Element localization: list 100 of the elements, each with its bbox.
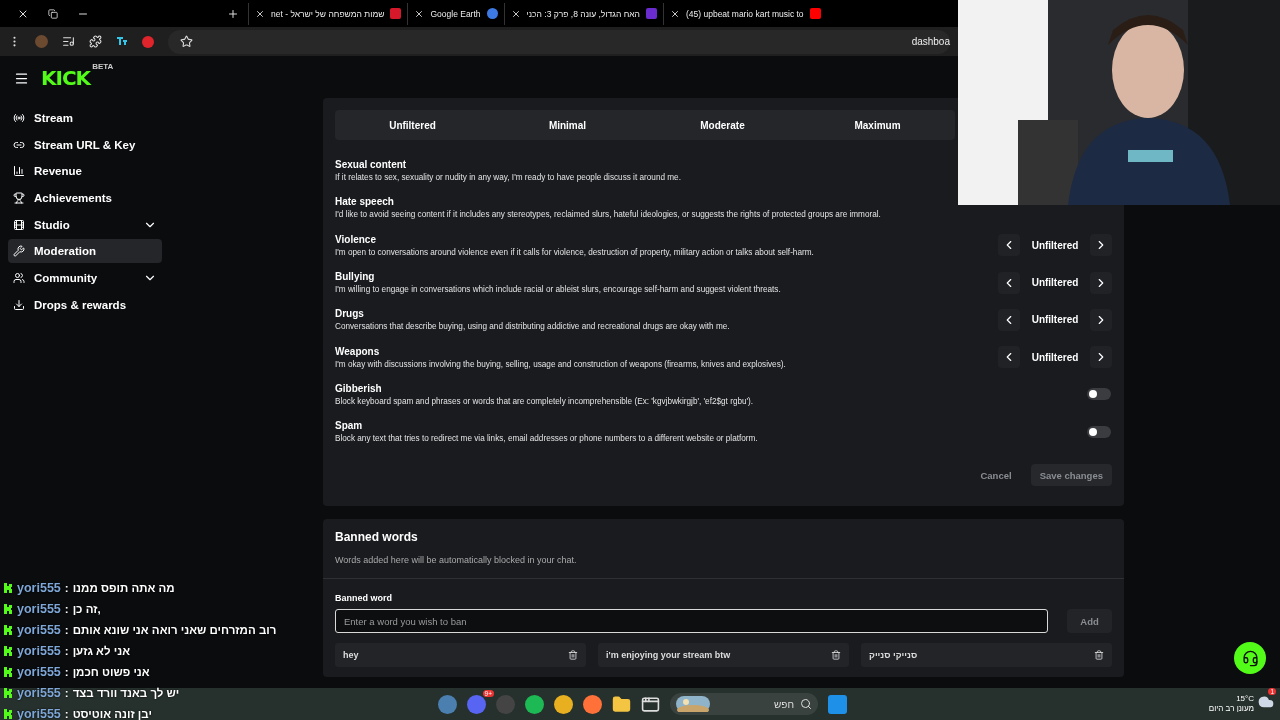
trash-icon[interactable]	[831, 650, 841, 661]
weather-text: מעונן רב היום	[1208, 704, 1254, 714]
category-description: Block keyboard spam and phrases or words that are completely incomprehensible (Ex: 'kgvjbwkirgjb', 'ef2$gt rgbu').	[335, 396, 755, 406]
cloud-icon[interactable]	[1258, 694, 1274, 710]
chat-separator: :	[64, 602, 69, 615]
music-app-icon[interactable]	[525, 694, 544, 714]
headset-icon	[1241, 649, 1259, 667]
next-button[interactable]	[1090, 346, 1112, 369]
level-option[interactable]: Maximum	[800, 110, 955, 140]
chat-separator: :	[64, 623, 69, 636]
chat-separator: :	[64, 665, 69, 678]
kick-icon	[4, 687, 13, 698]
nav-icon	[13, 165, 25, 178]
toggle-switch[interactable]	[1087, 425, 1111, 438]
category-description: I'm open to conversations around violence even if it calls for violence, destruction of property, military action or talks about self-harm.	[335, 247, 815, 257]
kick-icon	[4, 624, 13, 635]
previous-button[interactable]	[998, 271, 1020, 294]
nav-item[interactable]: Stream URL & Key	[8, 132, 162, 157]
level-value: Unfiltered	[1030, 239, 1080, 251]
chat-username: yori555	[17, 622, 61, 637]
folder-icon[interactable]	[612, 694, 631, 714]
stop-icon[interactable]	[142, 35, 154, 48]
address-text[interactable]: dashboa	[911, 36, 950, 47]
nav-item[interactable]: Revenue	[8, 159, 162, 184]
temperature: 15°C	[1236, 694, 1254, 704]
close-icon[interactable]	[255, 8, 265, 19]
nav-icon	[13, 218, 25, 231]
window-icon[interactable]	[641, 694, 660, 714]
support-button[interactable]	[1234, 642, 1266, 674]
chat-message: רוב המזרחים שאני רואה אני שונא אותם	[72, 623, 277, 636]
chat-username: yori555	[17, 685, 61, 700]
nav-item[interactable]: Community	[8, 266, 162, 291]
kick-icon	[4, 582, 13, 593]
level-value: Unfiltered	[1030, 314, 1080, 326]
nav-icon	[13, 272, 25, 285]
firefox-icon[interactable]	[583, 694, 602, 714]
chat-separator: :	[64, 581, 69, 594]
next-button[interactable]	[1090, 308, 1112, 331]
category-title: Bullying	[335, 271, 376, 283]
category-title: Hate speech	[335, 196, 395, 208]
previous-button[interactable]	[998, 346, 1020, 369]
nav-icon	[13, 192, 25, 205]
steam-icon[interactable]	[438, 694, 457, 714]
browser-tab[interactable]: (45) upbeat mario kart music to	[662, 2, 827, 25]
chat-username: yori555	[17, 601, 61, 616]
chat-message: ,זה כן	[72, 602, 101, 615]
chat-username: yori555	[17, 664, 61, 679]
level-value: Unfiltered	[1030, 351, 1080, 363]
next-button[interactable]	[1090, 234, 1112, 257]
nav-item[interactable]: Moderation	[8, 239, 162, 264]
previous-button[interactable]	[998, 234, 1020, 257]
favicon-icon	[390, 8, 402, 19]
chat-message: יש לך באנד וורד בצד	[72, 686, 180, 699]
nav-icon	[13, 245, 25, 258]
browser-icon[interactable]	[554, 694, 573, 714]
chat-app-icon[interactable]	[467, 694, 486, 714]
chat-separator: :	[64, 686, 69, 699]
banned-word: סנייקי סנייק	[869, 650, 918, 661]
menu-icon[interactable]	[14, 70, 29, 86]
nav-item[interactable]: Stream	[8, 106, 162, 130]
field-label: Banned word	[335, 593, 393, 604]
browser-tab[interactable]: Google Earth	[407, 2, 504, 25]
media-icon[interactable]	[62, 35, 75, 48]
level-option[interactable]: Moderate	[645, 110, 800, 140]
beta-label: BETA	[92, 62, 114, 71]
close-icon[interactable]	[510, 8, 521, 19]
nav-item[interactable]: Drops & rewards	[8, 292, 162, 317]
close-icon[interactable]	[414, 8, 425, 19]
banned-word-field[interactable]: Enter a word you wish to ban	[335, 609, 1048, 634]
chat-separator: :	[64, 707, 69, 720]
nav-item[interactable]: Studio	[8, 212, 162, 237]
level-option[interactable]: Unfiltered	[335, 110, 490, 140]
kick-icon	[4, 603, 13, 614]
nav-item[interactable]: Achievements	[8, 186, 162, 211]
browser-tab[interactable]: האח הגדול, עונה 8, פרק 3: הכני	[503, 2, 663, 25]
taskbar-search[interactable]: חפש	[670, 693, 818, 715]
kick-icon	[4, 645, 13, 656]
browser-tab[interactable]: שמות המשפחה של ישראל - net	[248, 2, 408, 25]
next-button[interactable]	[1090, 271, 1112, 294]
trash-icon[interactable]	[1094, 650, 1104, 661]
logo[interactable]: KICK	[41, 66, 91, 90]
toggle-switch[interactable]	[1087, 388, 1111, 401]
kick-icon	[4, 708, 13, 719]
chat-separator: :	[64, 644, 69, 657]
trash-icon[interactable]	[568, 650, 578, 661]
extension-icon[interactable]	[116, 35, 128, 48]
category-title: Violence	[335, 233, 377, 245]
close-icon[interactable]	[669, 8, 680, 19]
level-value: Unfiltered	[1030, 277, 1080, 289]
chat-message: יבן זונה אוטיסט	[72, 707, 152, 720]
section-subtitle: Words added here will be automatically blocked in your chat.	[335, 555, 577, 566]
previous-button[interactable]	[998, 308, 1020, 331]
search-icon	[800, 698, 812, 710]
level-option[interactable]: Minimal	[490, 110, 645, 140]
favicon-icon	[809, 8, 821, 19]
banned-word: i'm enjoying your stream btw	[606, 650, 731, 661]
chat-message: אני לא גזען	[72, 644, 130, 657]
windows-start-icon[interactable]	[828, 694, 847, 714]
bookmark-star-icon[interactable]	[180, 35, 193, 48]
extensions-icon[interactable]	[89, 35, 102, 48]
